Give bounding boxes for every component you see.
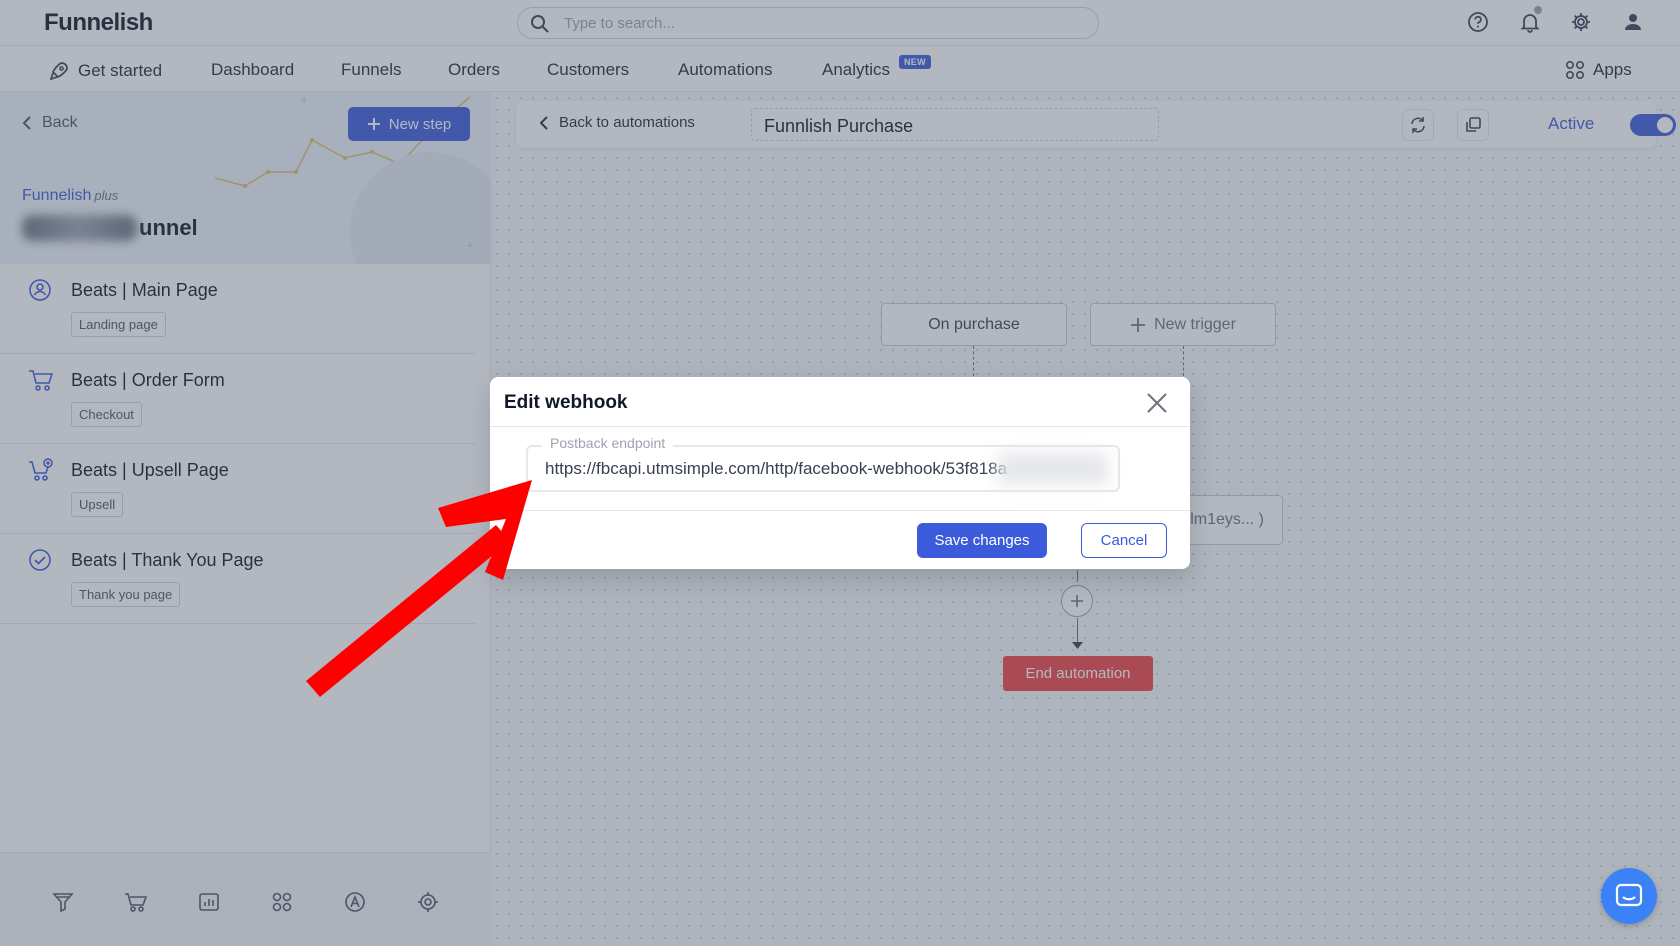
chat-support-button[interactable] — [1601, 868, 1657, 924]
postback-endpoint-field[interactable]: Postback endpoint https://fbcapi.utmsimp… — [526, 435, 1120, 492]
redacted-text — [998, 453, 1108, 485]
chat-icon — [1615, 883, 1643, 907]
modal-title: Edit webhook — [504, 392, 628, 413]
edit-webhook-modal: Edit webhook Postback endpoint https://f… — [490, 377, 1190, 569]
save-changes-button[interactable]: Save changes — [917, 523, 1047, 558]
close-icon[interactable] — [1144, 390, 1170, 416]
field-label: Postback endpoint — [542, 435, 674, 451]
modal-divider — [490, 426, 1190, 427]
cancel-button[interactable]: Cancel — [1081, 523, 1167, 558]
modal-divider — [490, 510, 1190, 511]
